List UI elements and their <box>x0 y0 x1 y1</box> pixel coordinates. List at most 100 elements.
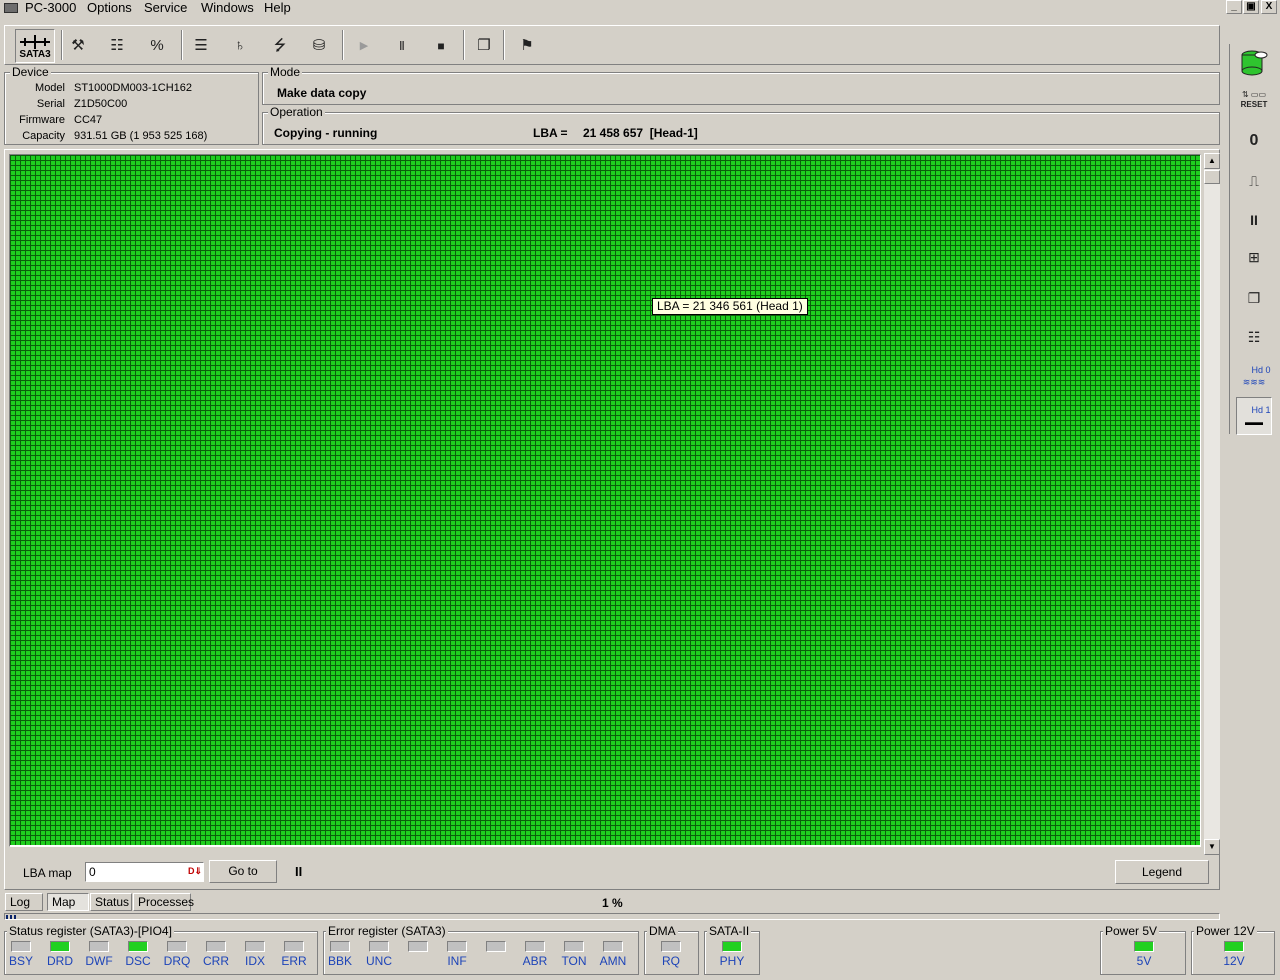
pause-icon[interactable]: Ⅱ <box>387 31 417 61</box>
reset-button[interactable]: ⇅ ▭▭ RESET <box>1236 86 1272 120</box>
model-value: ST1000DM003-1CH162 <box>74 82 193 94</box>
menu-windows[interactable]: Windows <box>198 0 257 17</box>
app-icon[interactable] <box>4 3 18 13</box>
scroll-thumb[interactable] <box>1204 170 1220 184</box>
operation-lba-value: 21 458 657 [Head-1] <box>583 126 698 140</box>
toolbar-separator <box>342 30 344 60</box>
tools-icon[interactable]: ⚒ <box>63 31 93 61</box>
error-register-led-label: UNC <box>366 954 392 968</box>
status-register-led-label: BSY <box>8 954 33 968</box>
menu-options[interactable]: Options <box>84 0 135 17</box>
serial-label: Serial <box>36 98 65 110</box>
lba-map-grid[interactable]: LBA = 21 346 561 (Head 1) <box>9 154 1201 847</box>
status-register-led <box>50 941 70 952</box>
toolbar-separator <box>181 30 183 60</box>
sector-edit-icon[interactable]: ⊞ <box>1236 240 1272 274</box>
error-register-led-label: ABR <box>522 954 548 968</box>
head-map-icon[interactable]: ☷ <box>1236 320 1272 354</box>
menu-help[interactable]: Help <box>261 0 294 17</box>
sata2-phy-label: PHY <box>719 954 745 968</box>
tab-status[interactable]: Status <box>90 893 132 911</box>
scroll-down-icon[interactable]: ▼ <box>1204 839 1220 855</box>
error-register-led-label: AMN <box>599 954 627 968</box>
device-group-title: Device <box>10 65 51 79</box>
binoculars-icon[interactable]: ♄ <box>225 31 255 61</box>
power-12v-led[interactable] <box>1224 941 1244 952</box>
toolbar-separator <box>503 30 505 60</box>
error-register-led <box>330 941 350 952</box>
stop-icon[interactable]: ■ <box>426 31 456 61</box>
dma-group: DMA RQ <box>644 924 699 975</box>
lba-map-block-area[interactable] <box>10 155 1200 845</box>
menu-service[interactable]: Service <box>141 0 190 17</box>
operation-status: Copying - running <box>274 126 378 140</box>
play-icon[interactable]: ▶ <box>349 31 379 61</box>
database-icon[interactable] <box>1236 46 1272 80</box>
restore-button[interactable]: ▣ <box>1243 0 1259 14</box>
tab-processes[interactable]: Processes <box>133 893 194 911</box>
status-register-led <box>167 941 187 952</box>
mode-value: Make data copy <box>277 86 367 100</box>
status-register-led-label: DWF <box>85 954 113 968</box>
map-scrollbar[interactable]: ▲ ▼ <box>1204 153 1220 855</box>
serial-value: Z1D50C00 <box>74 98 128 110</box>
status-register-led-label: ERR <box>281 954 307 968</box>
zero-pos-icon[interactable]: 0 <box>1236 124 1272 158</box>
hd0-button[interactable]: Hd 0 ≋≋≋ <box>1236 360 1272 394</box>
sata3-port-button[interactable]: SATA3 <box>15 29 55 63</box>
power-12v-group: Power 12V 12V <box>1191 924 1275 975</box>
exit-icon[interactable]: ⚑ <box>512 31 542 61</box>
toolbar: SATA3 ⚒ ☷ % ☰ ♄ ⭍ ⛁ ▶ Ⅱ ■ ❐ ⚑ <box>4 25 1220 65</box>
lba-tooltip: LBA = 21 346 561 (Head 1) <box>652 298 808 315</box>
status-register-led <box>11 941 31 952</box>
hd1-icon: ▬▬ <box>1245 417 1263 427</box>
power-5v-led[interactable] <box>1134 941 1154 952</box>
drive-info-icon[interactable]: ☷ <box>102 31 132 61</box>
tab-map[interactable]: Map <box>47 893 89 911</box>
operation-lba-label: LBA = <box>533 126 568 140</box>
tab-log[interactable]: Log <box>5 893 43 911</box>
goto-button[interactable]: Go to <box>209 860 277 883</box>
tree-icon[interactable]: ☰ <box>186 31 216 61</box>
copy-cancel-icon[interactable]: ❐ <box>1236 281 1272 315</box>
app-title[interactable]: PC-3000 <box>22 0 79 17</box>
dma-title: DMA <box>647 924 678 938</box>
copy-windows-icon[interactable]: ❐ <box>469 31 499 61</box>
firmware-value: CC47 <box>74 114 103 126</box>
heads-icon[interactable]: ⭍ <box>265 31 295 61</box>
error-register-led <box>486 941 506 952</box>
status-register-led-label: DSC <box>125 954 151 968</box>
capacity-value: 931.51 GB (1 953 525 168) <box>74 130 208 142</box>
disk-icon[interactable]: ⛁ <box>304 31 334 61</box>
connect-icon[interactable]: ⎍ <box>1236 164 1272 198</box>
power-5v-label: 5V <box>1136 954 1152 968</box>
hd0-label: Hd 0 <box>1251 365 1271 375</box>
error-register-led <box>408 941 428 952</box>
error-register-led <box>564 941 584 952</box>
device-group: Device Model ST1000DM003-1CH162 Serial Z… <box>4 65 259 145</box>
progress-fill <box>6 915 19 919</box>
percent-icon[interactable]: % <box>142 31 172 61</box>
side-pause-icon[interactable]: II <box>1236 203 1272 237</box>
lba-map-label: LBA map <box>23 866 72 880</box>
menu-bar: PC-3000 Options Service Windows Help _ ▣… <box>0 0 1280 17</box>
close-button[interactable]: X <box>1261 0 1277 14</box>
scroll-up-icon[interactable]: ▲ <box>1204 153 1220 169</box>
dma-rq-led <box>661 941 681 952</box>
error-register-led <box>369 941 389 952</box>
toolbar-separator <box>463 30 465 60</box>
map-pause-button[interactable]: II <box>295 864 302 879</box>
status-register-led <box>128 941 148 952</box>
error-register-led <box>525 941 545 952</box>
lba-map-input[interactable] <box>85 862 204 882</box>
map-panel: LBA = 21 346 561 (Head 1) ▲ ▼ LBA map D⇓… <box>4 149 1220 890</box>
legend-button[interactable]: Legend <box>1115 860 1209 884</box>
progress-bar <box>4 913 1220 920</box>
input-clear-icon[interactable]: D⇓ <box>188 866 202 879</box>
status-register-led-label: DRQ <box>163 954 191 968</box>
status-register-led-label: IDX <box>244 954 265 968</box>
status-register-led <box>284 941 304 952</box>
minimize-button[interactable]: _ <box>1226 0 1242 14</box>
hd1-button[interactable]: Hd 1 ▬▬ <box>1236 397 1272 435</box>
progress-percent: 1 % <box>602 896 623 910</box>
